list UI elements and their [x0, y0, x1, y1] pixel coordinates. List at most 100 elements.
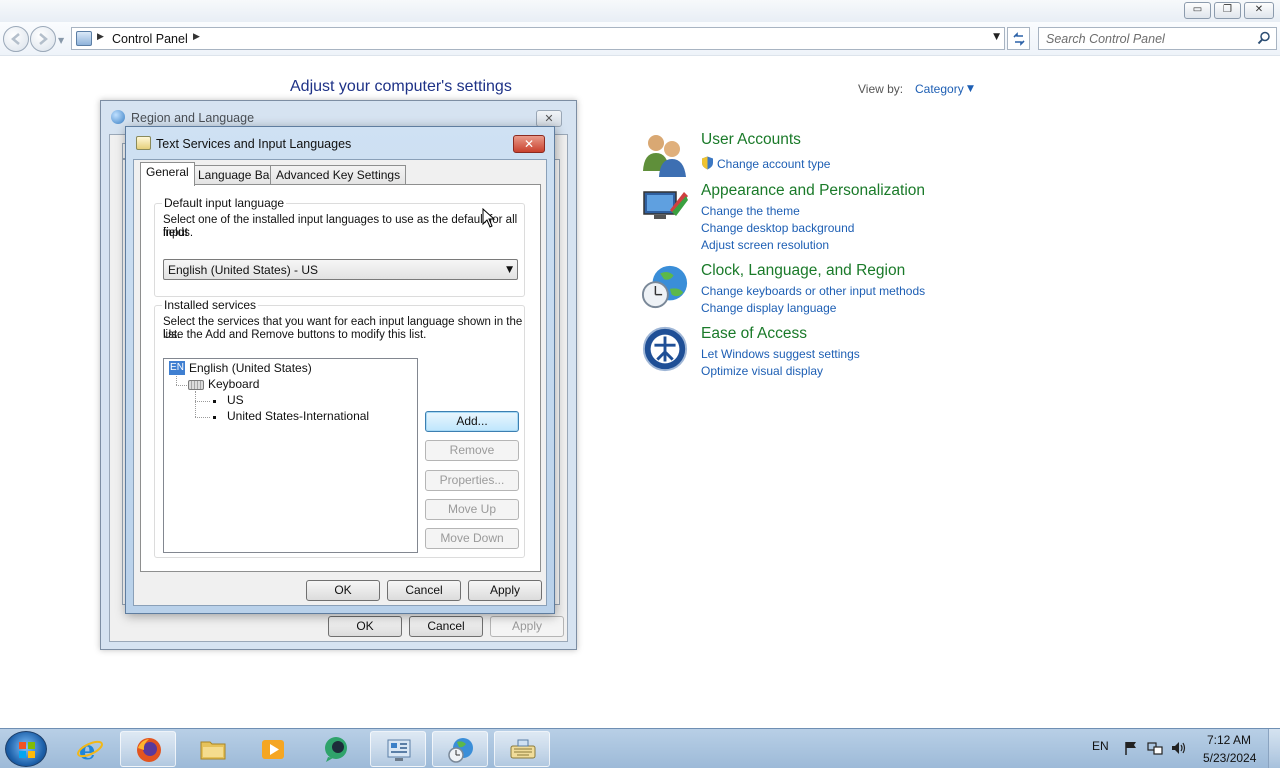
- move-up-button[interactable]: Move Up: [425, 499, 519, 520]
- refresh-icon: [1012, 32, 1025, 46]
- bullet: [213, 416, 216, 419]
- cancel-button[interactable]: Cancel: [387, 580, 461, 601]
- network-icon[interactable]: [1147, 741, 1163, 755]
- clock-time[interactable]: 7:12 AM: [1207, 733, 1251, 747]
- action-center-flag-icon[interactable]: [1123, 741, 1139, 755]
- category-title[interactable]: Ease of Access: [701, 325, 807, 343]
- view-by-dropdown[interactable]: Category: [915, 82, 964, 96]
- close-dialog-button[interactable]: ✕: [536, 110, 562, 127]
- restore-button[interactable]: ❐: [1214, 2, 1241, 19]
- search-box: [1038, 27, 1277, 50]
- recent-pages-dropdown-icon[interactable]: ▼: [58, 36, 64, 45]
- close-dialog-button[interactable]: ✕: [513, 135, 545, 153]
- refresh-button[interactable]: [1007, 27, 1030, 50]
- view-by-caret-icon[interactable]: ▼: [967, 84, 974, 94]
- media-player-icon: [262, 740, 284, 759]
- optimize-visual-display-link[interactable]: Optimize visual display: [701, 364, 823, 378]
- dialog-title: Region and Language: [131, 111, 255, 125]
- breadcrumb-chevron-icon[interactable]: ▶: [193, 32, 200, 42]
- minimize-button[interactable]: ▭: [1184, 2, 1211, 19]
- tab-advanced-key-settings[interactable]: Advanced Key Settings: [270, 165, 407, 185]
- text-services-dialog: Text Services and Input Languages ✕ Gene…: [125, 126, 555, 614]
- group-description: fields.: [163, 227, 194, 239]
- properties-button[interactable]: Properties...: [425, 470, 519, 491]
- taskbar-firefox[interactable]: [120, 731, 176, 767]
- taskbar-control-panel[interactable]: [370, 731, 426, 767]
- change-theme-link[interactable]: Change the theme: [701, 204, 800, 218]
- change-desktop-background-link[interactable]: Change desktop background: [701, 221, 854, 235]
- breadcrumb-control-panel[interactable]: Control Panel: [112, 32, 188, 46]
- breadcrumb-separator-icon[interactable]: ▶: [97, 32, 104, 42]
- language-badge: EN: [169, 361, 185, 375]
- taskbar-green-app[interactable]: [308, 731, 364, 767]
- ok-button[interactable]: OK: [328, 616, 402, 637]
- tab-general[interactable]: General: [140, 162, 195, 186]
- category-title[interactable]: Clock, Language, and Region: [701, 262, 905, 280]
- remove-button[interactable]: Remove: [425, 440, 519, 461]
- tree-connector: [176, 376, 177, 385]
- cancel-button[interactable]: Cancel: [409, 616, 483, 637]
- uac-shield-icon: [702, 156, 713, 170]
- navigation-bar: ▼ ▶ Control Panel ▶ ▼: [0, 22, 1280, 56]
- back-arrow-icon: [11, 33, 20, 45]
- volume-icon[interactable]: [1171, 741, 1187, 755]
- show-desktop-button[interactable]: [1268, 729, 1280, 768]
- change-account-type-link[interactable]: Change account type: [701, 156, 830, 171]
- window-titlebar: ▭ ❐ ✕: [0, 0, 1280, 22]
- let-windows-suggest-link[interactable]: Let Windows suggest settings: [701, 347, 860, 361]
- add-button[interactable]: Add...: [425, 411, 519, 432]
- back-button[interactable]: [3, 26, 29, 52]
- chevron-down-icon: ▼: [506, 265, 513, 275]
- category-title[interactable]: Appearance and Personalization: [701, 182, 925, 200]
- group-legend: Default input language: [162, 196, 287, 210]
- tab-language-bar[interactable]: Language Bar: [192, 165, 280, 185]
- forward-button[interactable]: [30, 26, 56, 52]
- tree-item-layout-us[interactable]: US: [227, 393, 244, 407]
- default-language-select[interactable]: English (United States) - US ▼: [163, 259, 518, 280]
- clock-globe-icon[interactable]: [640, 262, 690, 310]
- installed-services-tree[interactable]: EN English (United States) Keyboard US U…: [163, 358, 418, 553]
- clock-date[interactable]: 5/23/2024: [1203, 751, 1256, 765]
- tree-item-layout-us-international[interactable]: United States-International: [227, 409, 369, 423]
- forward-arrow-icon: [39, 33, 48, 45]
- chat-bubble-icon: [325, 737, 347, 762]
- taskbar-internet-explorer[interactable]: e: [62, 731, 118, 767]
- globe-clock-icon: [448, 738, 473, 763]
- search-icon[interactable]: [1257, 31, 1271, 45]
- users-icon[interactable]: [640, 131, 690, 179]
- general-tab-panel: Default input language Select one of the…: [140, 184, 541, 572]
- ok-button[interactable]: OK: [306, 580, 380, 601]
- address-bar[interactable]: ▶ Control Panel ▶ ▼: [71, 27, 1005, 50]
- change-display-language-link[interactable]: Change display language: [701, 301, 836, 315]
- taskbar-text-services[interactable]: [494, 731, 550, 767]
- taskbar-media-player[interactable]: [245, 731, 301, 767]
- taskbar: e: [0, 728, 1280, 768]
- windows-logo-icon: [19, 742, 35, 758]
- tree-item-language[interactable]: English (United States): [189, 361, 312, 375]
- ease-of-access-icon[interactable]: [640, 325, 690, 373]
- appearance-icon[interactable]: [640, 182, 690, 230]
- start-button[interactable]: [5, 731, 47, 767]
- address-dropdown-icon[interactable]: ▼: [993, 32, 1000, 42]
- selected-value: English (United States) - US: [168, 263, 319, 277]
- keyboard-icon: [510, 739, 536, 759]
- change-keyboards-link[interactable]: Change keyboards or other input methods: [701, 284, 925, 298]
- firefox-icon: [137, 738, 161, 762]
- apply-button[interactable]: Apply: [468, 580, 542, 601]
- globe-icon: [111, 110, 125, 124]
- adjust-screen-resolution-link[interactable]: Adjust screen resolution: [701, 238, 829, 252]
- tree-connector: [195, 401, 210, 402]
- tray-language-indicator[interactable]: EN: [1092, 739, 1109, 753]
- tree-item-keyboard[interactable]: Keyboard: [208, 377, 259, 391]
- close-window-button[interactable]: ✕: [1244, 2, 1274, 19]
- keyboard-icon: [188, 380, 204, 390]
- apply-button[interactable]: Apply: [490, 616, 564, 637]
- tree-connector: [176, 385, 187, 386]
- search-input[interactable]: [1039, 28, 1249, 49]
- category-title[interactable]: User Accounts: [701, 131, 801, 149]
- taskbar-file-explorer[interactable]: [185, 731, 241, 767]
- link-text[interactable]: Change account type: [717, 157, 830, 171]
- move-down-button[interactable]: Move Down: [425, 528, 519, 549]
- taskbar-region-language[interactable]: [432, 731, 488, 767]
- installed-services-group: Installed services Select the services t…: [154, 298, 525, 558]
